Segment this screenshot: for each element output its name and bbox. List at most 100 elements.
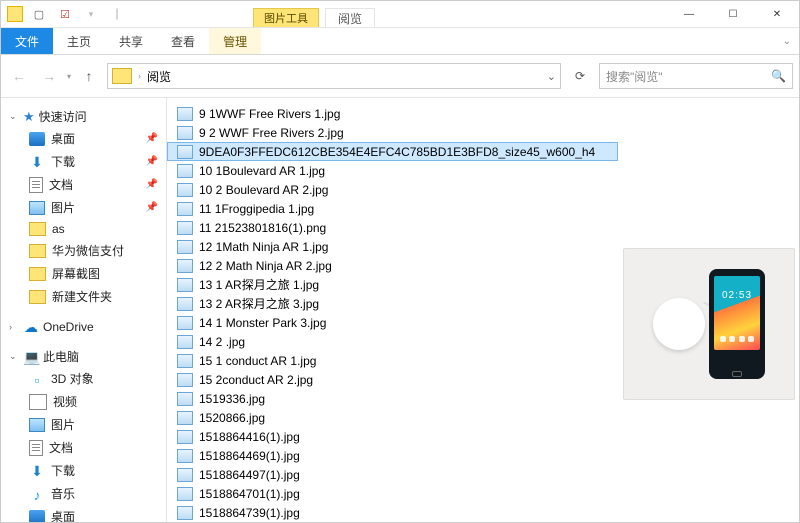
- file-row[interactable]: 12 2 Math Ninja AR 2.jpg: [167, 256, 618, 275]
- nav-item[interactable]: 桌面: [1, 505, 166, 522]
- quick-access-header[interactable]: ⌄ ★ 快速访问: [1, 106, 166, 127]
- file-row[interactable]: 14 2 .jpg: [167, 332, 618, 351]
- titlebar: ▢ ☑ ▾ ｜ 图片工具 阅览 — ☐ ✕: [1, 1, 799, 28]
- file-list[interactable]: 9 1WWF Free Rivers 1.jpg9 2 WWF Free Riv…: [167, 98, 618, 522]
- nav-item[interactable]: ⬇下载📌: [1, 150, 166, 173]
- file-name: 10 1Boulevard AR 1.jpg: [199, 164, 325, 178]
- file-row[interactable]: 13 1 AR探月之旅 1.jpg: [167, 275, 618, 294]
- nav-item-label: 桌面: [51, 130, 75, 147]
- file-row[interactable]: 10 1Boulevard AR 1.jpg: [167, 161, 618, 180]
- nav-item[interactable]: ⬇下载: [1, 459, 166, 482]
- file-name: 13 1 AR探月之旅 1.jpg: [199, 276, 319, 293]
- file-row[interactable]: 15 1 conduct AR 1.jpg: [167, 351, 618, 370]
- file-name: 15 2conduct AR 2.jpg: [199, 373, 313, 387]
- file-row[interactable]: 11 21523801816(1).png: [167, 218, 618, 237]
- file-row[interactable]: 9DEA0F3FFEDC612CBE354E4EFC4C785BD1E3BFD8…: [167, 142, 618, 161]
- file-row[interactable]: 1518864739(1).jpg: [167, 503, 618, 522]
- nav-item[interactable]: 图片 📌: [1, 196, 166, 219]
- file-name: 11 1Froggipedia 1.jpg: [199, 202, 314, 216]
- file-name: 1518864497(1).jpg: [199, 468, 300, 482]
- pin-icon: 📌: [146, 133, 158, 144]
- file-row[interactable]: 1519336.jpg: [167, 389, 618, 408]
- ribbon-expand-icon[interactable]: ⌄: [783, 36, 791, 47]
- qat-dropdown[interactable]: ▾: [81, 4, 101, 24]
- nav-item[interactable]: 屏幕截图: [1, 262, 166, 285]
- file-row[interactable]: 1518864416(1).jpg: [167, 427, 618, 446]
- file-tab[interactable]: 文件: [1, 28, 53, 54]
- ribbon-tab-view[interactable]: 查看: [157, 28, 209, 54]
- nav-item[interactable]: as: [1, 219, 166, 239]
- file-row[interactable]: 11 1Froggipedia 1.jpg: [167, 199, 618, 218]
- image-file-icon: [177, 392, 193, 406]
- qat-button[interactable]: ☑: [55, 4, 75, 24]
- file-name: 13 2 AR探月之旅 3.jpg: [199, 295, 319, 312]
- ribbon-tab-home[interactable]: 主页: [53, 28, 105, 54]
- nav-item-label: 图片: [51, 199, 75, 216]
- pin-icon: 📌: [146, 179, 158, 190]
- file-row[interactable]: 14 1 Monster Park 3.jpg: [167, 313, 618, 332]
- nav-item[interactable]: ▫3D 对象: [1, 367, 166, 390]
- image-file-icon: [177, 202, 193, 216]
- image-file-icon: [177, 506, 193, 520]
- ribbon-tab-share[interactable]: 共享: [105, 28, 157, 54]
- nav-item[interactable]: 图片: [1, 413, 166, 436]
- image-file-icon: [177, 145, 193, 159]
- nav-item[interactable]: 华为微信支付: [1, 239, 166, 262]
- nav-item[interactable]: ♪音乐: [1, 482, 166, 505]
- nav-item-label: 视频: [53, 393, 77, 410]
- back-button[interactable]: ←: [7, 64, 31, 88]
- ribbon-tab-manage[interactable]: 管理: [209, 28, 261, 54]
- file-name: 1519336.jpg: [199, 392, 265, 406]
- file-row[interactable]: 15 2conduct AR 2.jpg: [167, 370, 618, 389]
- folder-icon: [29, 267, 46, 281]
- pin-icon: 📌: [146, 202, 158, 213]
- nav-item-label: 图片: [51, 416, 75, 433]
- file-name: 11 21523801816(1).png: [199, 221, 326, 235]
- file-row[interactable]: 9 1WWF Free Rivers 1.jpg: [167, 104, 618, 123]
- music-icon: ♪: [29, 487, 45, 501]
- onedrive-icon: ☁: [23, 320, 39, 334]
- file-name: 12 2 Math Ninja AR 2.jpg: [199, 259, 332, 273]
- file-row[interactable]: 9 2 WWF Free Rivers 2.jpg: [167, 123, 618, 142]
- nav-item-label: 桌面: [51, 508, 75, 522]
- minimize-button[interactable]: —: [667, 1, 711, 27]
- file-row[interactable]: 1520866.jpg: [167, 408, 618, 427]
- image-file-icon: [177, 449, 193, 463]
- nav-item-label: 屏幕截图: [52, 265, 100, 282]
- ribbon: 文件 主页 共享 查看 管理 ⌄: [1, 28, 799, 55]
- phone-clock: 02:53: [714, 290, 760, 301]
- search-placeholder: 搜索"阅览": [606, 68, 663, 85]
- file-row[interactable]: 1518864469(1).jpg: [167, 446, 618, 465]
- qat-separator: ｜: [107, 4, 127, 24]
- onedrive-header[interactable]: › ☁ OneDrive: [1, 318, 166, 336]
- refresh-button[interactable]: ⟳: [569, 65, 591, 87]
- file-row[interactable]: 12 1Math Ninja AR 1.jpg: [167, 237, 618, 256]
- forward-button[interactable]: →: [37, 64, 61, 88]
- file-name: 1518864739(1).jpg: [199, 506, 300, 520]
- history-dropdown[interactable]: ▾: [67, 72, 71, 81]
- address-bar[interactable]: › 阅览 ⌄: [107, 63, 561, 89]
- breadcrumb[interactable]: 阅览: [143, 68, 175, 85]
- file-name: 14 2 .jpg: [199, 335, 245, 349]
- file-name: 10 2 Boulevard AR 2.jpg: [199, 183, 328, 197]
- nav-item[interactable]: 视频: [1, 390, 166, 413]
- file-name: 1520866.jpg: [199, 411, 265, 425]
- nav-item[interactable]: 新建文件夹: [1, 285, 166, 308]
- file-row[interactable]: 13 2 AR探月之旅 3.jpg: [167, 294, 618, 313]
- search-input[interactable]: 搜索"阅览" 🔍: [599, 63, 793, 89]
- file-name: 1518864416(1).jpg: [199, 430, 300, 444]
- file-row[interactable]: 10 2 Boulevard AR 2.jpg: [167, 180, 618, 199]
- nav-item[interactable]: 桌面 📌: [1, 127, 166, 150]
- up-button[interactable]: ↑: [77, 64, 101, 88]
- file-row[interactable]: 1518864497(1).jpg: [167, 465, 618, 484]
- address-dropdown-icon[interactable]: ⌄: [547, 70, 556, 83]
- nav-item-label: 下载: [51, 462, 75, 479]
- nav-item[interactable]: 文档: [1, 436, 166, 459]
- image-file-icon: [177, 164, 193, 178]
- file-row[interactable]: 1518864701(1).jpg: [167, 484, 618, 503]
- this-pc-header[interactable]: ⌄ 💻 此电脑: [1, 346, 166, 367]
- qat-button[interactable]: ▢: [29, 4, 49, 24]
- nav-item[interactable]: 文档📌: [1, 173, 166, 196]
- maximize-button[interactable]: ☐: [711, 1, 755, 27]
- close-button[interactable]: ✕: [755, 1, 799, 27]
